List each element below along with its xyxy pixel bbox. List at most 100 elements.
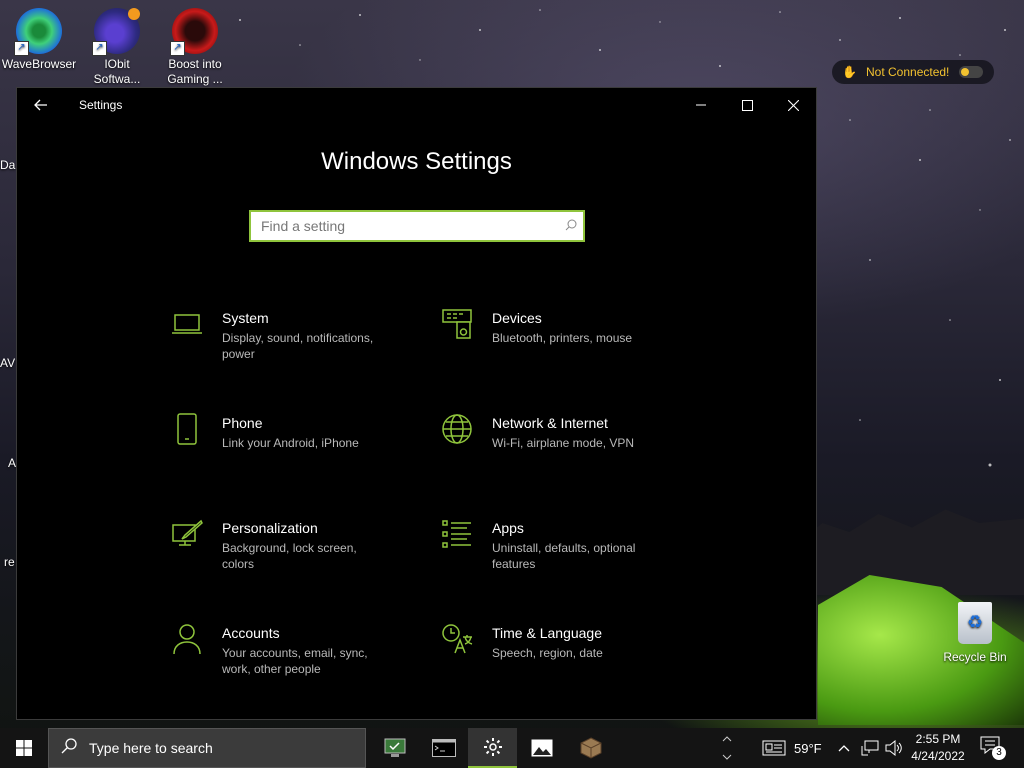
action-center-button[interactable]: 3	[980, 736, 1006, 762]
tray-scroll[interactable]	[722, 728, 732, 768]
category-network[interactable]: Network & Internet Wi-Fi, airplane mode,…	[439, 413, 689, 474]
command-prompt-icon	[431, 739, 456, 757]
desktop-icon-boost-gaming[interactable]: ↗ Boost into Gaming ...	[156, 8, 234, 87]
shortcut-arrow-icon: ↗	[14, 41, 29, 56]
category-time-language[interactable]: Time & Language Speech, region, date	[439, 623, 689, 684]
category-desc: Wi-Fi, airplane mode, VPN	[492, 436, 635, 450]
notification-badge: 3	[992, 746, 1006, 760]
volume-control[interactable]	[885, 728, 903, 768]
desktop-icon-label: WaveBrowser	[1, 57, 77, 71]
recycle-bin-icon	[958, 602, 992, 644]
taskbar-app-terminal[interactable]	[419, 728, 468, 768]
update-dot-icon	[128, 8, 140, 20]
weather-temp: 59°F	[794, 740, 822, 756]
category-accounts[interactable]: Accounts Your accounts, email, sync, wor…	[169, 623, 439, 684]
minimize-icon	[696, 104, 706, 106]
close-icon	[787, 99, 799, 111]
back-arrow-icon	[34, 99, 47, 111]
category-devices[interactable]: Devices Bluetooth, printers, mouse	[439, 308, 689, 369]
chevron-up-icon	[838, 745, 850, 752]
gear-icon	[483, 738, 502, 756]
taskbar-app-photos[interactable]	[517, 728, 566, 768]
category-name: Phone	[222, 415, 263, 431]
desktop-icon-label-2: Gaming ...	[167, 72, 223, 86]
globe-icon	[439, 411, 475, 447]
title-bar[interactable]: Settings	[17, 88, 816, 122]
category-name: System	[222, 310, 269, 326]
laptop-icon	[169, 306, 205, 342]
taskbar-app-settings[interactable]	[468, 728, 517, 768]
vpn-toggle[interactable]	[959, 66, 984, 78]
shortcut-arrow-icon: ↗	[170, 41, 185, 56]
wavebrowser-icon: ↗	[14, 8, 62, 56]
person-icon	[169, 621, 205, 657]
category-name: Devices	[492, 310, 542, 326]
desktop-icon-label-2: Softwa...	[93, 72, 141, 86]
windows-logo-icon	[16, 740, 32, 756]
desktop-icon-label: IObit	[104, 57, 130, 71]
desktop-icon-iobit[interactable]: ↗ IObit Softwa...	[78, 8, 156, 87]
desktop-edge-label: AV	[0, 356, 16, 370]
search-icon	[49, 737, 89, 759]
minimize-button[interactable]	[678, 88, 724, 122]
mountain-silhouette	[800, 509, 1024, 595]
search-icon	[559, 219, 583, 234]
time-language-icon	[439, 621, 475, 657]
category-desc: Bluetooth, printers, mouse	[492, 331, 633, 345]
monitor-check-icon	[384, 738, 405, 757]
category-name: Accounts	[222, 625, 280, 641]
desktop-icon-recycle-bin[interactable]: Recycle Bin	[938, 602, 1012, 664]
desktop-edge-label: re	[4, 555, 15, 569]
recycle-bin-label: Recycle Bin	[943, 650, 1007, 664]
window-title: Settings	[79, 98, 123, 112]
vpn-status-widget[interactable]: ✋ Not Connected!	[832, 60, 994, 84]
category-system[interactable]: System Display, sound, notifications, po…	[169, 308, 439, 369]
taskbar-app-diagnostic[interactable]	[370, 728, 419, 768]
category-desc: Display, sound, notifications, power	[222, 331, 374, 361]
category-phone[interactable]: Phone Link your Android, iPhone	[169, 413, 439, 474]
phone-icon	[169, 411, 205, 447]
taskbar-search-box[interactable]: Type here to search	[48, 728, 366, 768]
settings-categories: System Display, sound, notifications, po…	[169, 308, 689, 684]
settings-search-box[interactable]	[249, 210, 585, 242]
desktop-icon-label: Boost into	[168, 57, 222, 71]
paintbrush-icon	[169, 516, 205, 552]
news-weather-icon	[762, 740, 786, 756]
maximize-button[interactable]	[724, 88, 770, 122]
taskbar-app-package[interactable]	[566, 728, 615, 768]
scroll-arrows-icon	[722, 736, 732, 760]
taskbar-search-placeholder: Type here to search	[89, 740, 213, 756]
category-name: Time & Language	[492, 625, 602, 641]
category-name: Apps	[492, 520, 524, 536]
category-desc: Your accounts, email, sync, work, other …	[222, 646, 368, 676]
taskbar-clock[interactable]: 2:55 PM 4/24/2022	[906, 731, 970, 765]
category-desc: Uninstall, defaults, optional features	[492, 541, 636, 571]
search-input[interactable]	[251, 212, 559, 240]
photos-icon	[531, 739, 552, 757]
desktop-icon-wavebrowser[interactable]: ↗ WaveBrowser	[0, 8, 78, 72]
category-apps[interactable]: Apps Uninstall, defaults, optional featu…	[439, 518, 689, 579]
close-button[interactable]	[770, 88, 816, 122]
package-box-icon	[580, 737, 601, 759]
start-button[interactable]	[0, 728, 48, 768]
show-hidden-icons-button[interactable]	[838, 728, 850, 768]
hand-warning-icon: ✋	[842, 65, 857, 79]
category-desc: Speech, region, date	[492, 646, 603, 660]
desktop-edge-label: A	[8, 456, 17, 470]
devices-icon	[439, 306, 475, 342]
back-button[interactable]	[17, 88, 65, 122]
speedometer-icon: ↗	[170, 8, 218, 56]
settings-window: Settings Windows Settings System Display…	[16, 87, 817, 720]
category-desc: Link your Android, iPhone	[222, 436, 359, 450]
category-name: Network & Internet	[492, 415, 608, 431]
category-personalization[interactable]: Personalization Background, lock screen,…	[169, 518, 439, 579]
iobit-icon: ↗	[92, 8, 140, 56]
apps-list-icon	[439, 516, 475, 552]
weather-widget[interactable]: 59°F	[762, 728, 822, 768]
clock-date: 4/24/2022	[911, 749, 965, 763]
shortcut-arrow-icon: ↗	[92, 41, 107, 56]
page-title: Windows Settings	[321, 148, 512, 175]
network-icon	[861, 740, 879, 756]
speaker-icon	[885, 740, 902, 756]
network-status[interactable]	[861, 728, 879, 768]
